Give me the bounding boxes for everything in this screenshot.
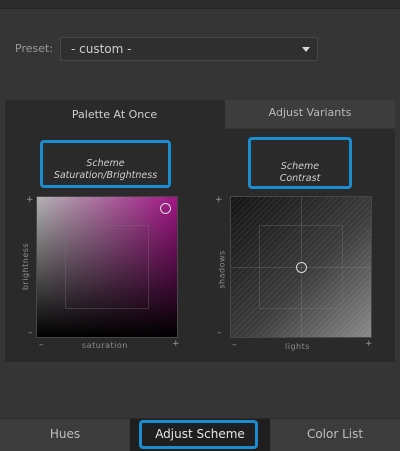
contrast-handle[interactable]: [295, 261, 307, 273]
lights-plus-tick: +: [365, 339, 373, 349]
brightness-minus-tick: –: [28, 328, 33, 338]
brightness-axis-label: brightness: [21, 242, 31, 291]
scheme-contrast-title: Scheme Contrast: [248, 137, 352, 189]
saturation-plus-tick: +: [172, 339, 180, 349]
preset-dropdown[interactable]: - custom -: [60, 37, 318, 61]
shadows-minus-tick: –: [217, 328, 222, 338]
tab-adjust-variants[interactable]: Adjust Variants: [224, 100, 395, 128]
top-tab-bar: Palette At Once Adjust Variants: [5, 100, 395, 129]
saturation-brightness-pad[interactable]: [36, 196, 178, 338]
saturation-minus-tick: –: [39, 340, 44, 350]
scheme-sb-title-line2: Saturation/Brightness: [53, 170, 158, 181]
bottom-tab-bar: Hues Adjust Scheme Color List: [0, 418, 400, 451]
brightness-plus-tick: +: [26, 195, 34, 205]
tab-hues[interactable]: Hues: [0, 419, 130, 451]
tab-color-list[interactable]: Color List: [270, 419, 400, 451]
adjust-scheme-panel: Scheme Saturation/Brightness Scheme Cont…: [5, 129, 395, 362]
scheme-contrast-title-line1: Scheme: [280, 161, 320, 172]
sb-inner-guide: [65, 225, 149, 309]
scheme-contrast-title-line2: Contrast: [279, 173, 321, 184]
shadows-axis-label: shadows: [217, 250, 227, 289]
preset-value: - custom -: [71, 42, 132, 56]
lights-minus-tick: –: [232, 340, 237, 350]
lights-axis-label: lights: [285, 342, 310, 351]
contrast-pad[interactable]: [230, 196, 372, 338]
saturation-brightness-handle[interactable]: [160, 202, 172, 214]
saturation-axis-label: saturation: [82, 341, 128, 350]
preset-label: Preset:: [15, 42, 54, 55]
tab-palette-at-once[interactable]: Palette At Once: [5, 100, 224, 129]
scheme-sb-title-line1: Scheme: [86, 158, 125, 169]
window-top-strip: [0, 0, 400, 9]
scheme-saturation-brightness-title: Scheme Saturation/Brightness: [40, 140, 171, 188]
chevron-down-icon: [302, 47, 310, 52]
shadows-plus-tick: +: [215, 195, 223, 205]
tab-adjust-scheme[interactable]: Adjust Scheme: [130, 419, 270, 451]
adjust-scheme-highlight: [139, 420, 258, 449]
